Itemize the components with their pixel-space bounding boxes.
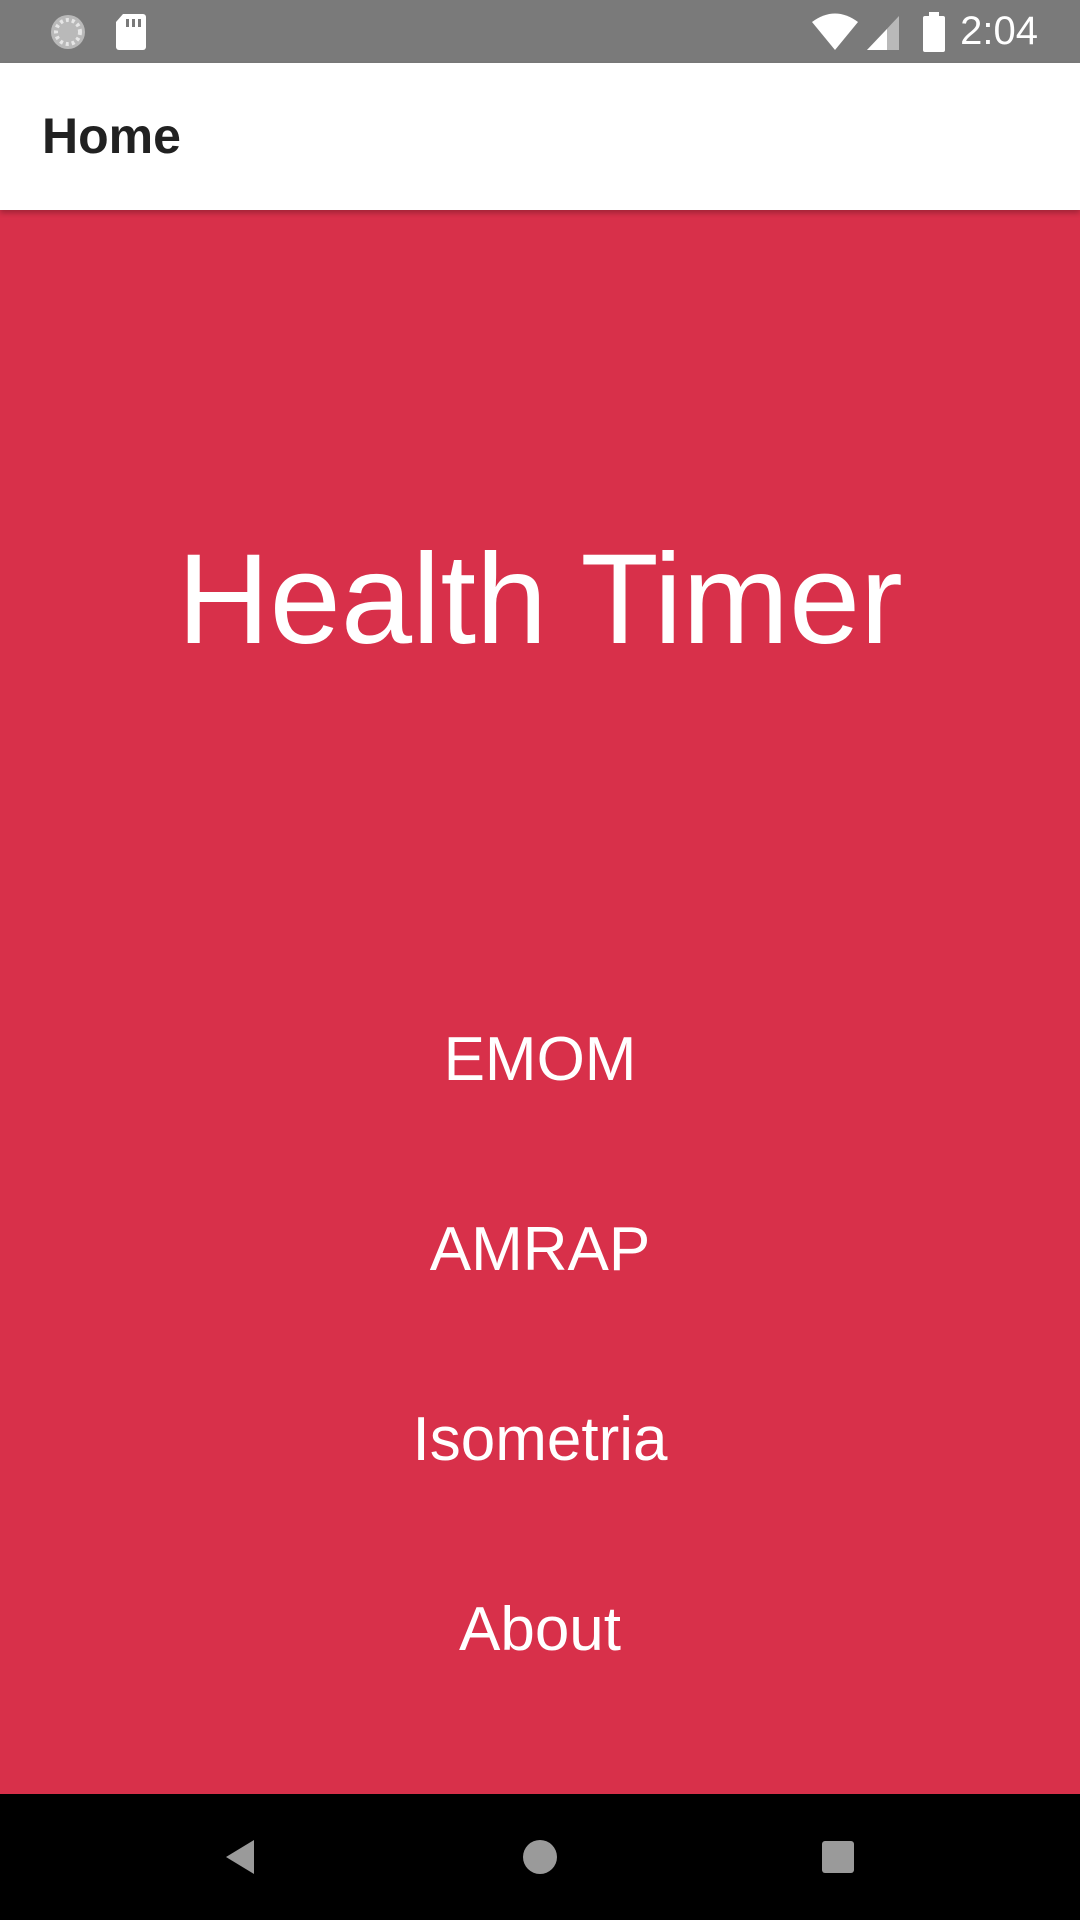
- sd-card-icon: [114, 0, 148, 63]
- status-time: 2:04: [960, 9, 1038, 53]
- app-title: Health Timer: [177, 528, 903, 671]
- back-icon[interactable]: [180, 1794, 300, 1920]
- app-bar: Home: [0, 63, 1080, 210]
- menu-item-isometria[interactable]: Isometria: [340, 1380, 740, 1500]
- battery-icon: [920, 0, 948, 63]
- wifi-icon: [810, 0, 860, 63]
- main-content: Health Timer EMOM AMRAP Isometria About: [0, 210, 1080, 1794]
- menu-item-about[interactable]: About: [340, 1570, 740, 1690]
- page-title: Home: [42, 108, 181, 164]
- sync-icon: [46, 0, 90, 63]
- recents-icon[interactable]: [778, 1794, 898, 1920]
- signal-icon: [864, 0, 902, 63]
- menu-item-emom[interactable]: EMOM: [340, 1000, 740, 1120]
- navigation-bar: [0, 1794, 1080, 1920]
- menu-item-amrap[interactable]: AMRAP: [340, 1190, 740, 1310]
- home-icon[interactable]: [480, 1794, 600, 1920]
- status-bar: 2:04: [0, 0, 1080, 63]
